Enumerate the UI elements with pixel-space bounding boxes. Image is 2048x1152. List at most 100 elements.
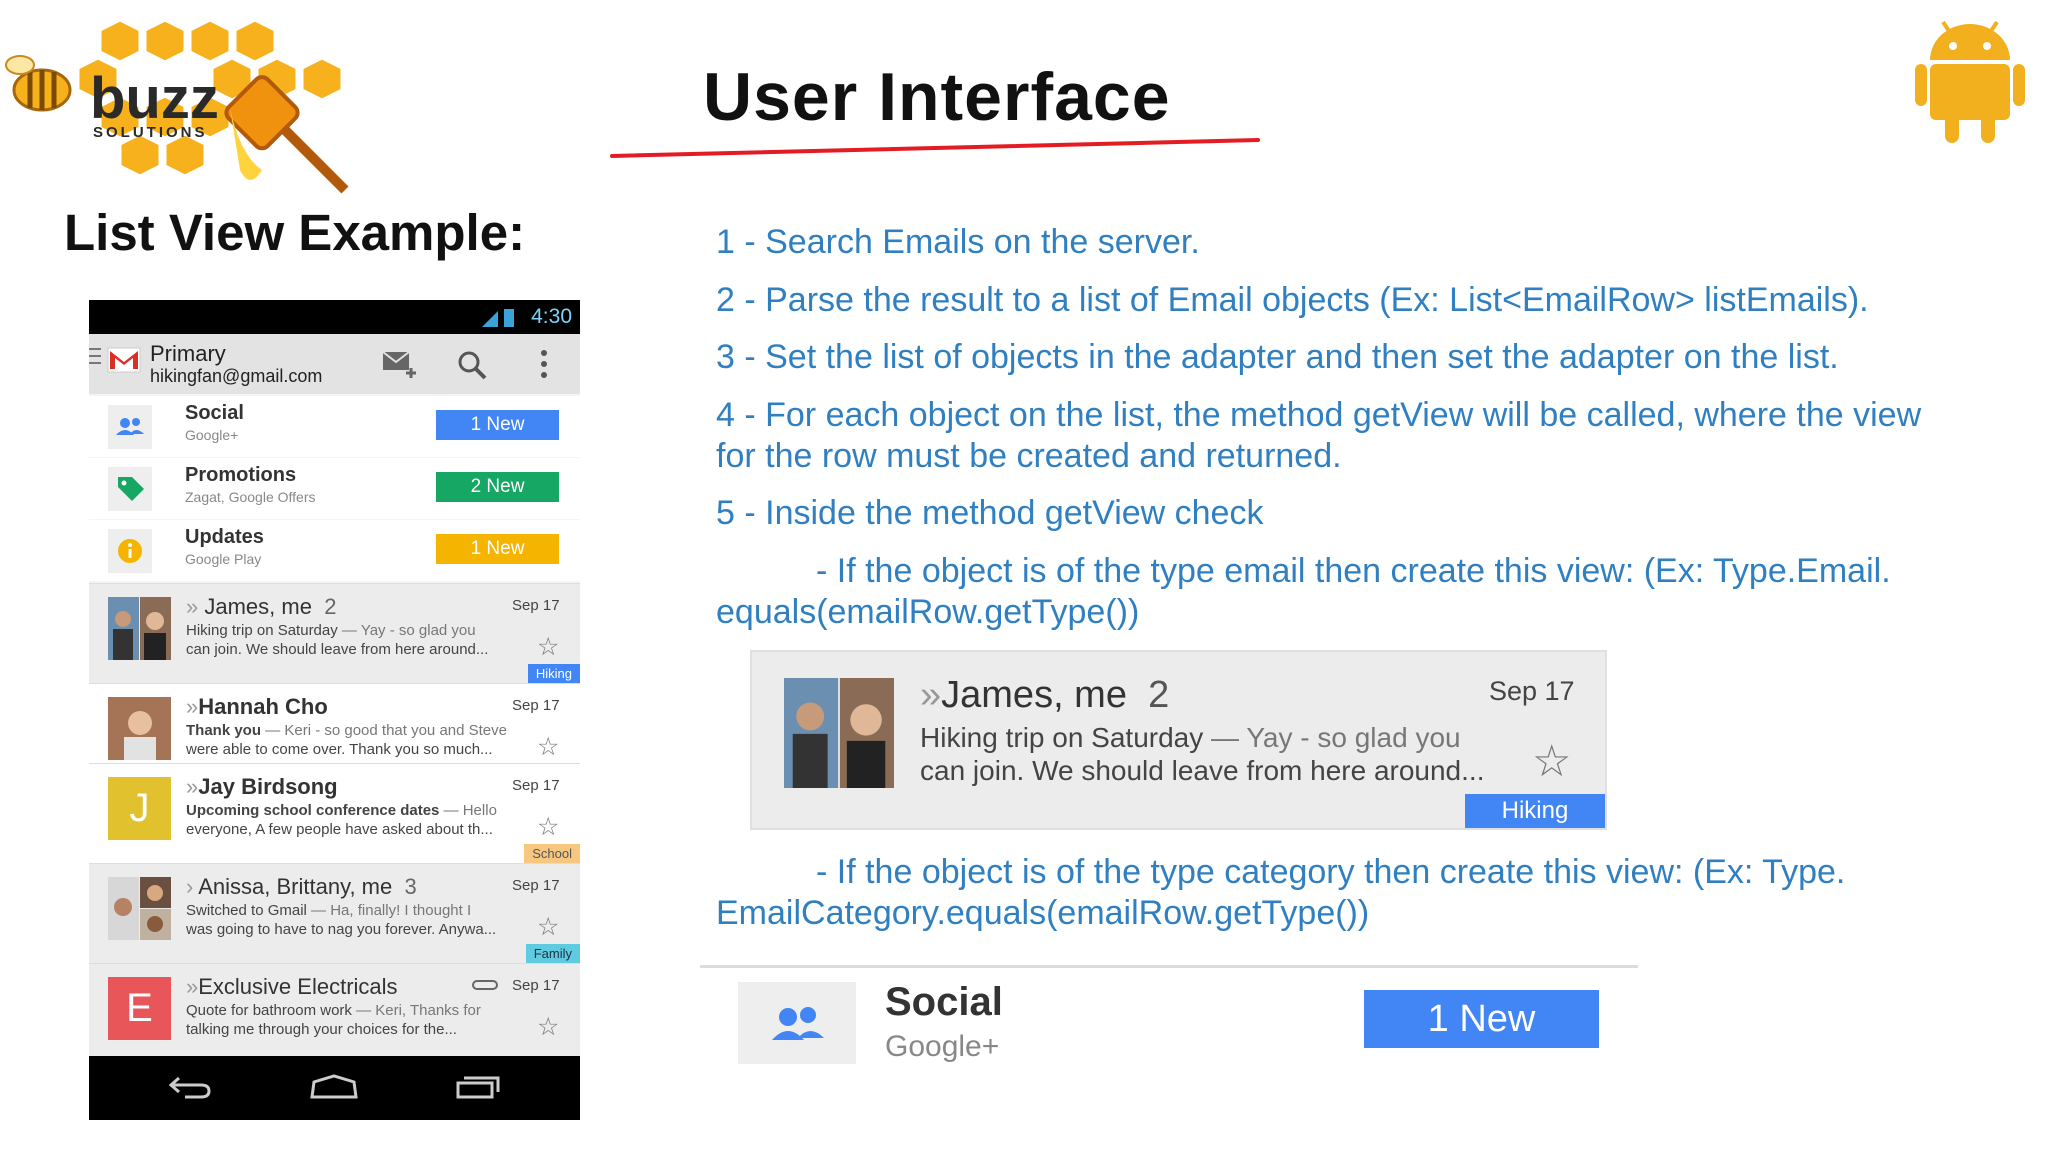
email-row[interactable]: »Hannah Cho Sep 17 Thank you — Keri - so…	[89, 683, 580, 763]
email-snippet: were able to come over. Thank you so muc…	[186, 741, 493, 758]
point-5a-cont: equals(emailRow.getType())	[716, 593, 1140, 631]
buzz-solutions-logo: buzz SOLUTIONS	[5, 20, 349, 194]
search-icon[interactable]	[457, 350, 487, 380]
email-snippet: talking me through your choices for the.…	[186, 1021, 457, 1038]
email-snippet: can join. We should leave from here arou…	[920, 755, 1485, 786]
account-label: Primary	[150, 341, 226, 366]
email-sender: › Anissa, Brittany, me 3	[186, 874, 417, 899]
email-snippet: was going to have to nag you forever. An…	[186, 921, 497, 938]
email-date: Sep 17	[1489, 676, 1575, 706]
nav-bar	[89, 1056, 580, 1120]
email-subject: Quote for bathroom work — Keri, Thanks f…	[186, 1002, 481, 1019]
avatar	[108, 877, 171, 940]
star-icon[interactable]: ☆	[537, 912, 559, 942]
email-snippet: everyone, A few people have asked about …	[186, 821, 493, 838]
email-date: Sep 17	[512, 977, 560, 994]
star-icon[interactable]: ☆	[537, 632, 559, 662]
email-date: Sep 17	[512, 697, 560, 714]
slide-title: User Interface	[703, 59, 1171, 135]
email-sender: »Hannah Cho	[186, 694, 328, 719]
compose-icon[interactable]	[381, 350, 421, 380]
category-name: Social	[185, 402, 244, 424]
email-row[interactable]: » James, me 2 Sep 17 Hiking trip on Satu…	[89, 583, 580, 683]
email-label: Family	[525, 944, 580, 963]
slide-subtitle: List View Example:	[64, 204, 526, 261]
email-date: Sep 17	[512, 877, 560, 894]
email-sender: »Exclusive Electricals	[186, 974, 398, 999]
email-row[interactable]: J »Jay Birdsong Sep 17 Upcoming school c…	[89, 763, 580, 863]
email-row[interactable]: › Anissa, Brittany, me 3 Sep 17 Switched…	[89, 863, 580, 963]
signal-battery-icon	[482, 309, 514, 327]
category-row-updates[interactable]: Updates Google Play 1 New	[89, 520, 580, 581]
avatar	[784, 678, 894, 788]
category-row-zoom: Social Google+ 1 New	[700, 965, 1638, 1086]
email-sender: »Jay Birdsong	[186, 774, 338, 799]
back-icon[interactable]	[167, 1074, 213, 1100]
avatar: E	[108, 977, 171, 1040]
star-icon[interactable]: ☆	[537, 812, 559, 842]
email-subject: Upcoming school conference dates — Hello	[186, 802, 497, 819]
new-badge: 1 New	[436, 534, 559, 564]
status-time: 4:30	[531, 305, 572, 328]
email-sender: »James, me 2	[920, 674, 1170, 716]
category-row-promotions[interactable]: Promotions Zagat, Google Offers 2 New	[89, 458, 580, 519]
account-email: hikingfan@gmail.com	[150, 366, 323, 386]
point-5: 5 - Inside the method getView check	[716, 494, 1264, 532]
new-badge: 1 New	[436, 410, 559, 440]
point-5b: - If the object is of the type category …	[816, 853, 1846, 891]
email-label: School	[524, 844, 580, 863]
email-subject: Thank you — Keri - so good that you and …	[186, 722, 507, 739]
email-date: Sep 17	[512, 777, 560, 794]
avatar	[108, 697, 171, 760]
logo-brand: buzz	[90, 66, 219, 131]
email-label: Hiking	[527, 664, 580, 683]
point-5b-cont: EmailCategory.equals(emailRow.getType())	[716, 894, 1370, 932]
category-name: Promotions	[185, 464, 297, 486]
info-icon	[108, 529, 152, 573]
category-row-social[interactable]: Social Google+ 1 New	[89, 396, 580, 457]
email-subject: Hiking trip on Saturday — Yay - so glad …	[186, 622, 476, 639]
tag-icon	[108, 467, 152, 511]
star-icon[interactable]: ☆	[537, 1012, 559, 1042]
star-icon[interactable]: ☆	[537, 732, 559, 762]
home-icon[interactable]	[309, 1074, 359, 1100]
avatar: J	[108, 777, 171, 840]
email-label: Hiking	[1465, 794, 1605, 828]
category-name: Social	[885, 980, 1003, 1024]
email-subject: Hiking trip on Saturday — Yay - so glad …	[920, 722, 1461, 753]
avatar	[108, 597, 171, 660]
phone-screenshot: 4:30 Primary hikingfan@gmail.com Social …	[89, 300, 580, 1120]
category-sub: Google Play	[185, 551, 262, 567]
menu-icon[interactable]	[89, 346, 103, 368]
point-5a: - If the object is of the type email the…	[816, 552, 1891, 590]
star-icon[interactable]: ☆	[1532, 736, 1571, 787]
point-4: 4 - For each object on the list, the met…	[716, 396, 1922, 434]
logo-tagline: SOLUTIONS	[93, 124, 208, 141]
gmail-icon[interactable]	[107, 347, 141, 373]
point-1: 1 - Search Emails on the server.	[716, 223, 1200, 261]
email-subject: Switched to Gmail — Ha, finally! I thoug…	[186, 902, 472, 919]
recents-icon[interactable]	[455, 1074, 501, 1100]
android-icon	[1915, 20, 2025, 143]
category-sub: Google+	[185, 427, 239, 443]
point-3: 3 - Set the list of objects in the adapt…	[716, 338, 1839, 376]
email-snippet: can join. We should leave from here arou…	[186, 641, 489, 658]
point-2: 2 - Parse the result to a list of Email …	[716, 281, 1869, 319]
email-row-zoom: »James, me 2 Sep 17 Hiking trip on Satur…	[750, 650, 1607, 830]
status-bar: 4:30	[89, 300, 580, 334]
new-badge: 1 New	[1364, 990, 1599, 1048]
email-sender: » James, me 2	[186, 594, 337, 619]
email-date: Sep 17	[512, 597, 560, 614]
email-row[interactable]: E »Exclusive Electricals Sep 17 Quote fo…	[89, 963, 580, 1056]
account-switcher[interactable]: Primary hikingfan@gmail.com	[150, 342, 322, 388]
title-underline	[610, 138, 1260, 158]
category-sub: Google+	[885, 1030, 1000, 1063]
people-icon	[738, 982, 856, 1064]
people-icon	[108, 405, 152, 449]
category-name: Updates	[185, 526, 264, 548]
overflow-icon[interactable]	[539, 348, 549, 380]
new-badge: 2 New	[436, 472, 559, 502]
action-bar: Primary hikingfan@gmail.com	[89, 334, 580, 394]
point-4-cont: for the row must be created and returned…	[716, 437, 1342, 475]
category-sub: Zagat, Google Offers	[185, 489, 316, 505]
